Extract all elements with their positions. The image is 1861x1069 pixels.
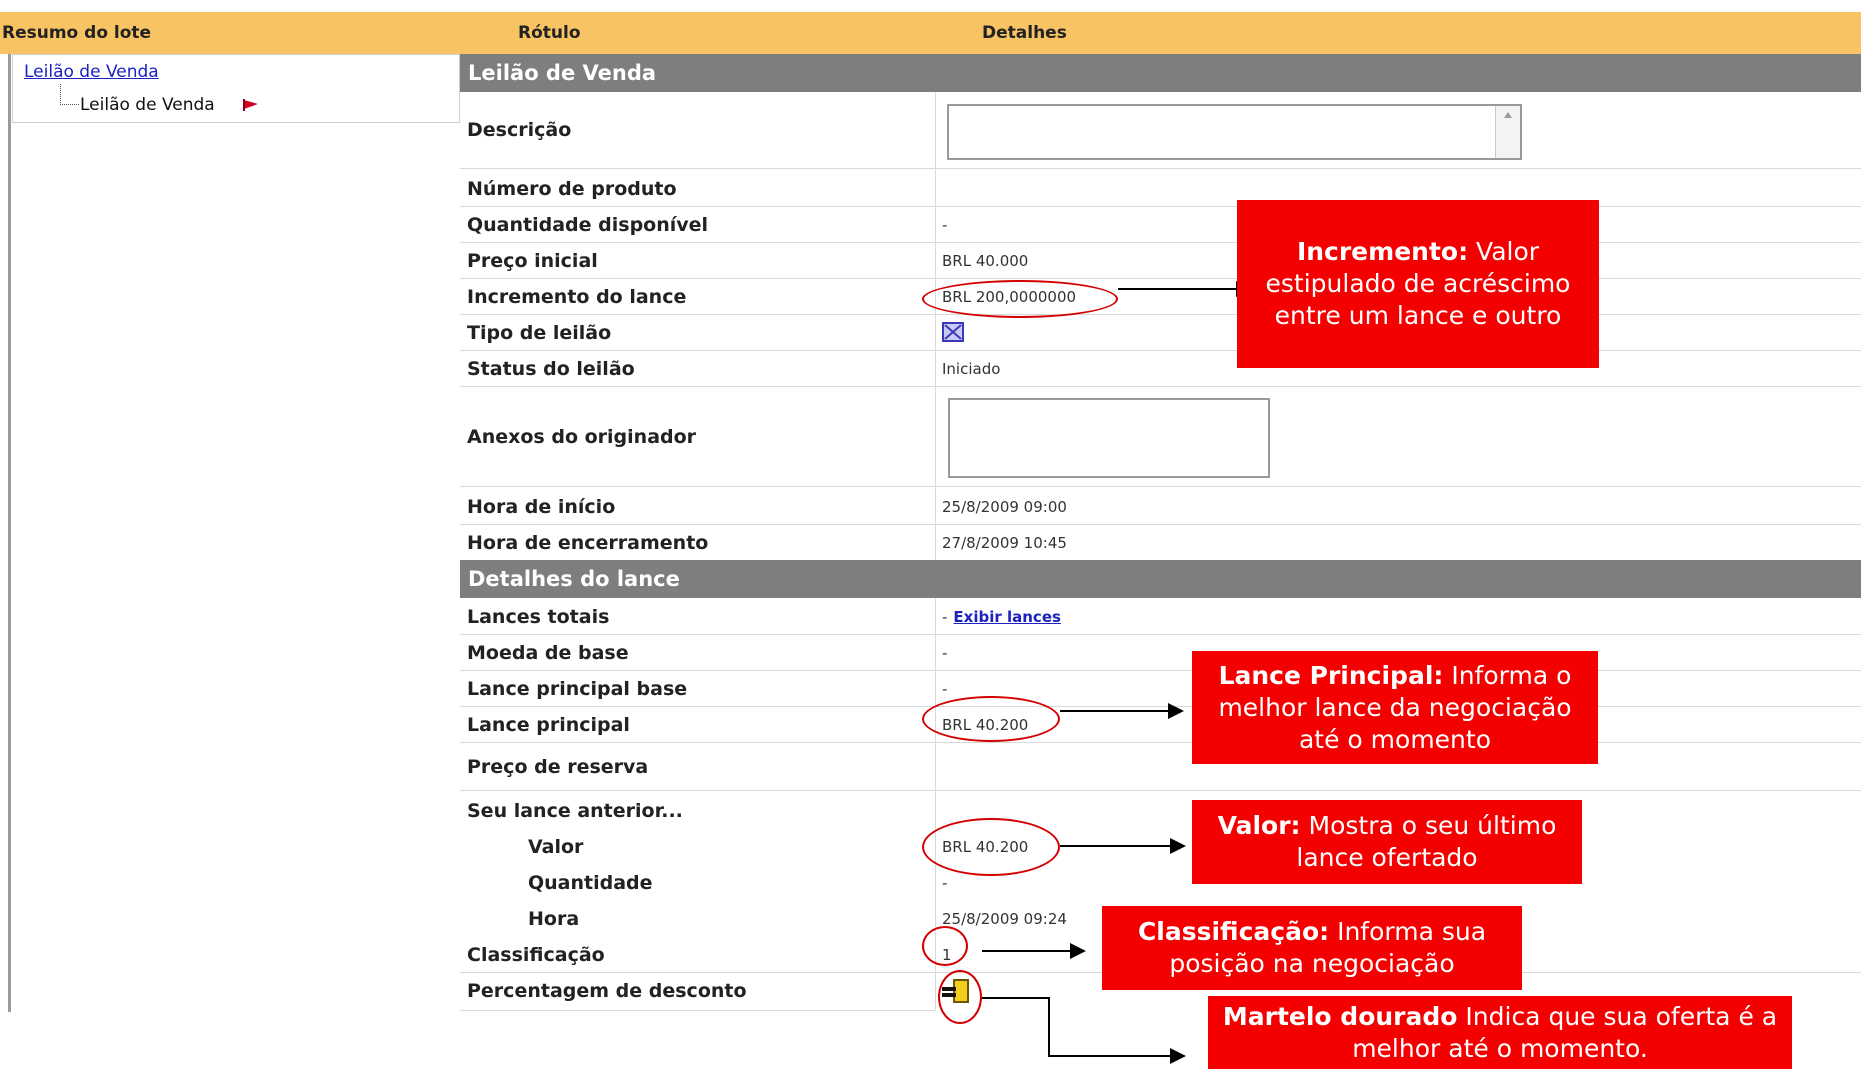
row-divider xyxy=(460,242,1861,243)
flag-icon xyxy=(243,99,259,111)
header-details-col: Detalhes xyxy=(982,23,1067,43)
highlight-valor xyxy=(922,818,1060,876)
row-value-lances-totais: - Exibir lances xyxy=(942,600,1061,634)
header-lot-summary: Resumo do lote xyxy=(0,12,460,54)
row-divider xyxy=(460,350,1861,351)
row-divider xyxy=(460,168,1861,169)
arrow-line-incremento xyxy=(1118,288,1238,290)
row-label-preco-inicial: Preço inicial xyxy=(467,250,598,272)
section-auction-title: Leilão de Venda xyxy=(468,61,657,85)
highlight-incremento xyxy=(922,280,1118,318)
callout-martelo: Martelo dourado Indica que sua oferta é … xyxy=(1208,996,1792,1069)
arrow-line-valor xyxy=(1060,845,1172,847)
auction-type-icon xyxy=(942,322,964,346)
row-value-quantidade-lance: - xyxy=(942,874,948,892)
header-lot-summary-label: Resumo do lote xyxy=(2,23,152,43)
callout-valor-text: Mostra o seu último lance ofertado xyxy=(1296,811,1557,872)
row-label-preco-reserva: Preço de reserva xyxy=(467,756,649,778)
highlight-lance-principal xyxy=(922,696,1060,742)
top-strip xyxy=(0,0,1861,12)
tree-child-label: Leilão de Venda xyxy=(80,95,215,115)
row-divider xyxy=(460,670,1861,671)
row-divider xyxy=(460,278,1861,279)
row-label-hora-fim: Hora de encerramento xyxy=(467,532,709,554)
row-divider xyxy=(460,742,1861,743)
row-label-hora: Hora xyxy=(528,908,580,930)
callout-valor: Valor: Mostra o seu último lance ofertad… xyxy=(1192,800,1582,884)
highlight-classificacao xyxy=(922,926,968,966)
row-divider xyxy=(460,206,1861,207)
row-label-valor: Valor xyxy=(528,836,584,858)
section-auction: Leilão de Venda xyxy=(460,54,1861,92)
highlight-hammer xyxy=(938,970,982,1024)
row-label-anexos: Anexos do originador xyxy=(467,426,697,448)
callout-incremento-title: Incremento: xyxy=(1296,237,1469,266)
row-label-classificacao: Classificação xyxy=(467,944,605,966)
row-label-quantidade-lance: Quantidade xyxy=(528,872,653,894)
callout-incremento: Incremento: Valor estipulado de acréscim… xyxy=(1237,200,1599,368)
row-divider xyxy=(460,486,1861,487)
row-value-hora-fim: 27/8/2009 10:45 xyxy=(942,534,1067,552)
callout-classificacao: Classificação: Informa sua posição na ne… xyxy=(1102,906,1522,990)
section-bid-title: Detalhes do lance xyxy=(468,567,680,591)
row-divider xyxy=(460,790,1861,791)
tree-child-item[interactable]: Leilão de Venda xyxy=(80,95,262,115)
table-bottom-border xyxy=(460,1010,935,1011)
row-label-quantidade: Quantidade disponível xyxy=(467,214,709,236)
arrow-line-hammer-1 xyxy=(982,997,1050,999)
row-value-hora-inicio: 25/8/2009 09:00 xyxy=(942,498,1067,516)
row-label-numero-produto: Número de produto xyxy=(467,178,677,200)
row-divider xyxy=(460,386,1861,387)
callout-martelo-title: Martelo dourado xyxy=(1222,1001,1458,1031)
arrow-head-valor xyxy=(1170,838,1186,854)
row-label-hora-inicio: Hora de início xyxy=(467,496,616,518)
tree-root-link[interactable]: Leilão de Venda xyxy=(24,62,159,82)
header-label-col: Rótulo xyxy=(518,23,581,43)
arrow-line-lance-principal xyxy=(1060,710,1170,712)
row-value-quantidade: - xyxy=(942,216,948,234)
arrow-head-classificacao xyxy=(1070,943,1086,959)
row-label-lance-principal-base: Lance principal base xyxy=(467,678,688,700)
section-bid-details: Detalhes do lance xyxy=(460,560,1861,598)
row-divider xyxy=(460,706,1861,707)
row-label-incremento: Incremento do lance xyxy=(467,286,687,308)
tree-connector xyxy=(60,84,79,105)
row-value-preco-inicial: BRL 40.000 xyxy=(942,252,1029,270)
row-label-lances-totais: Lances totais xyxy=(467,606,610,628)
arrow-line-hammer-2 xyxy=(1048,997,1050,1057)
arrow-line-classificacao xyxy=(982,950,1072,952)
lances-totais-dash: - xyxy=(942,608,948,626)
anexos-box[interactable] xyxy=(948,398,1270,478)
left-panel-border xyxy=(8,54,11,1012)
callout-valor-title: Valor: xyxy=(1217,811,1301,840)
callout-classificacao-title: Classificação: xyxy=(1137,917,1330,946)
descricao-textarea[interactable] xyxy=(947,104,1522,160)
row-label-seu-lance: Seu lance anterior... xyxy=(467,800,683,822)
row-label-lance-principal: Lance principal xyxy=(467,714,630,736)
row-value-status: Iniciado xyxy=(942,360,1001,378)
row-divider xyxy=(460,634,1861,635)
row-label-status: Status do leilão xyxy=(467,358,635,380)
row-divider xyxy=(460,314,1861,315)
row-label-descricao: Descrição xyxy=(467,119,572,141)
row-label-moeda-base: Moeda de base xyxy=(467,642,629,664)
row-value-moeda-base: - xyxy=(942,644,948,662)
row-label-percentagem: Percentagem de desconto xyxy=(467,980,747,1002)
row-divider xyxy=(460,524,1861,525)
header-columns: Rótulo Detalhes xyxy=(460,12,1861,54)
callout-lance-principal: Lance Principal: Informa o melhor lance … xyxy=(1192,651,1598,764)
column-divider xyxy=(935,92,936,1010)
arrow-line-hammer-3 xyxy=(1048,1055,1172,1057)
view-bids-link[interactable]: Exibir lances xyxy=(953,608,1061,626)
arrow-head-hammer xyxy=(1170,1048,1186,1064)
arrow-head-lance-principal xyxy=(1168,703,1184,719)
descricao-scrollbar[interactable] xyxy=(1495,106,1520,158)
callout-lance-principal-title: Lance Principal: xyxy=(1218,660,1444,690)
row-label-tipo: Tipo de leilão xyxy=(467,322,612,344)
